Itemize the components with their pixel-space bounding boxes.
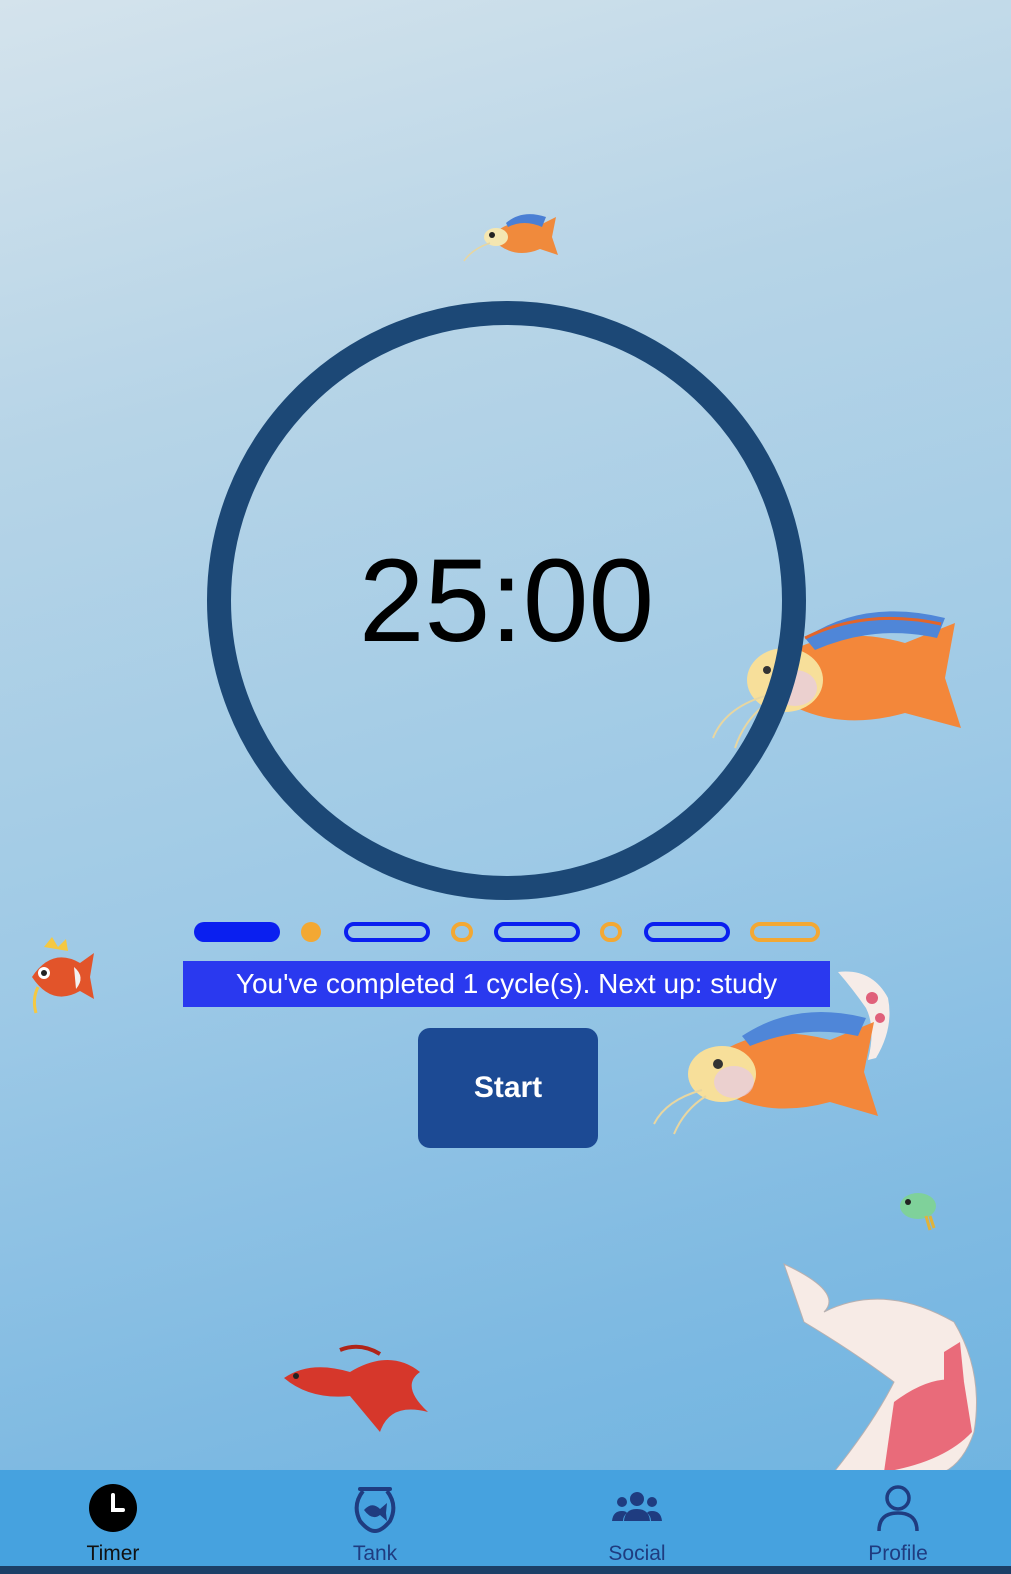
cycle-indicator-break-1 (301, 922, 321, 942)
cycle-indicator-study-2 (344, 922, 430, 942)
clock-icon (89, 1484, 137, 1532)
timer-display: 25:00 (358, 535, 655, 667)
bottom-strip (0, 1566, 1011, 1574)
cycle-indicator-long-break (750, 922, 820, 942)
person-icon (877, 1485, 919, 1532)
group-icon (612, 1492, 662, 1521)
start-button[interactable]: Start (418, 1028, 598, 1148)
cycle-indicator-break-3 (600, 922, 622, 942)
nav-item-profile[interactable]: Profile (818, 1470, 978, 1570)
small-orange-fish-image (463, 214, 558, 262)
nav-label-timer: Timer (86, 1542, 140, 1565)
cycle-indicator-study-4 (644, 922, 730, 942)
green-fish-image (900, 1193, 936, 1231)
fishbowl-icon (354, 1487, 396, 1533)
nav-label-tank: Tank (352, 1542, 398, 1565)
bottom-navigation-bar: Timer Tank Social Profile (0, 1470, 1011, 1574)
cycle-indicator-study-3 (494, 922, 580, 942)
cycle-status-message: You've completed 1 cycle(s). Next up: st… (183, 961, 830, 1007)
koi-fish-large-image (783, 1263, 977, 1472)
magikarp-fish-image (32, 937, 94, 1014)
medium-orange-fish-image (653, 1012, 878, 1135)
nav-item-timer[interactable]: Timer (33, 1470, 193, 1570)
betta-fish-image (284, 1344, 428, 1432)
nav-label-social: Social (608, 1542, 666, 1565)
nav-item-social[interactable]: Social (557, 1470, 717, 1570)
nav-label-profile: Profile (868, 1542, 928, 1565)
cycle-indicator-break-2 (451, 922, 473, 942)
cycle-indicator-study-1 (194, 922, 280, 942)
nav-item-tank[interactable]: Tank (295, 1470, 455, 1570)
